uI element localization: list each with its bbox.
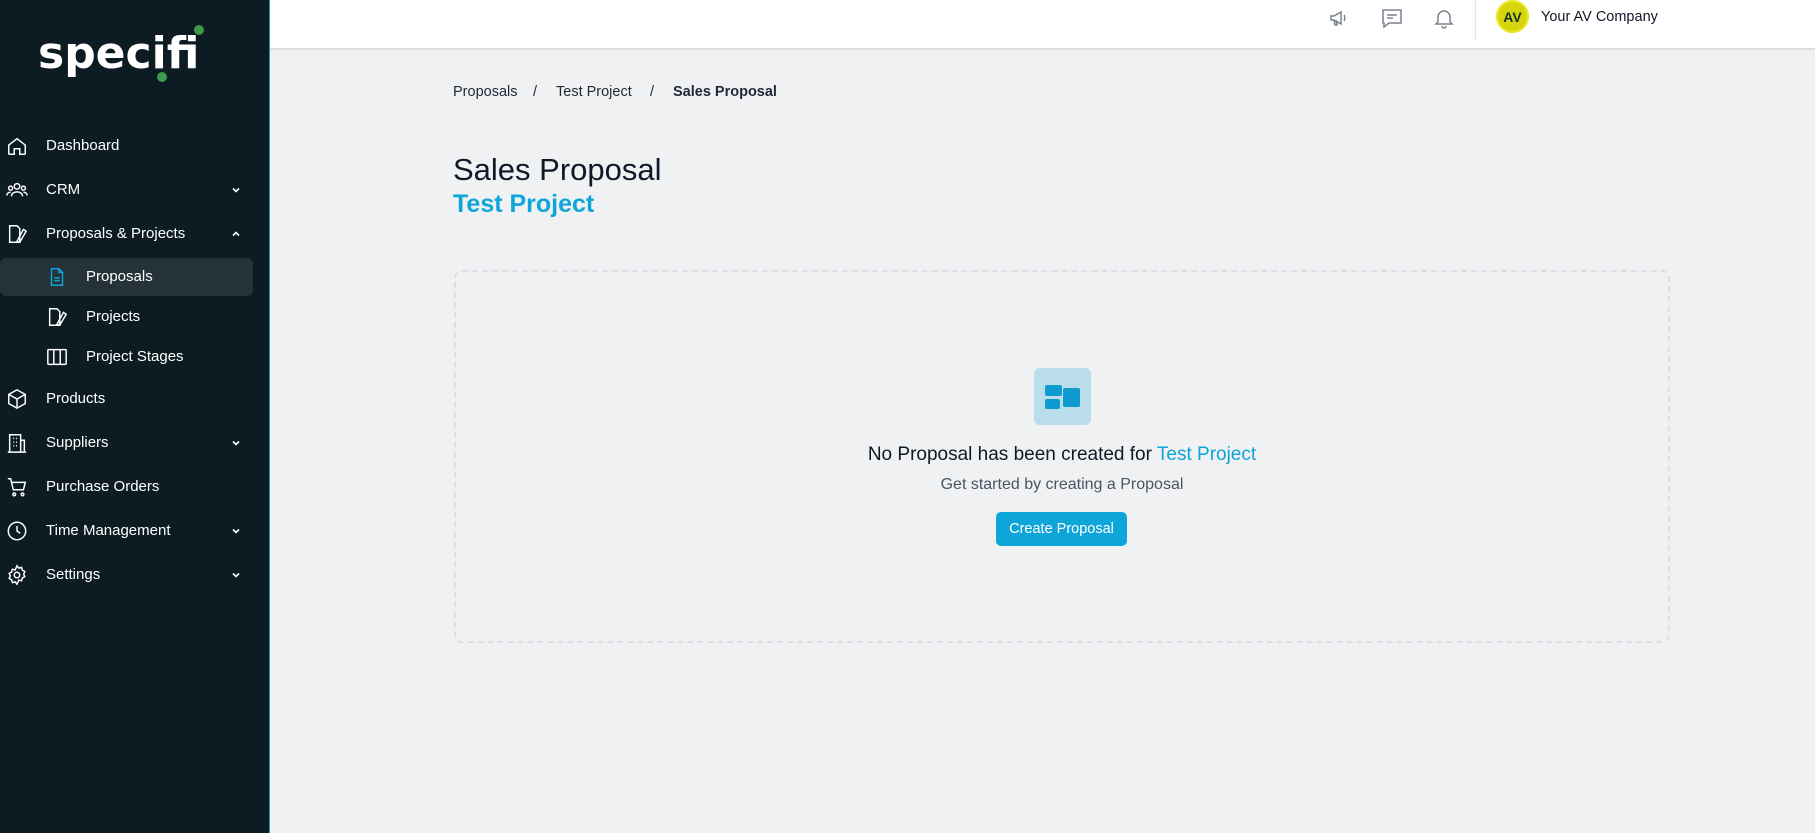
proposal-placeholder-icon (1034, 368, 1091, 425)
home-icon (8, 137, 26, 155)
sidebar-item-label: Suppliers (46, 434, 109, 451)
specifi-logo[interactable]: specifi (38, 24, 208, 84)
cart-icon (7, 478, 27, 497)
breadcrumb-item-test-project[interactable]: Test Project (556, 84, 632, 100)
empty-heading-text: No Proposal has been created for (867, 444, 1152, 465)
columns-icon (47, 348, 67, 366)
create-proposal-button[interactable]: Create Proposal (996, 512, 1127, 546)
building-icon (7, 434, 27, 453)
chevron-down-icon (232, 572, 240, 578)
chevron-up-icon (232, 231, 240, 237)
topbar-divider (1475, 0, 1476, 40)
document-icon (48, 308, 68, 327)
sidebar-item-projects[interactable]: Projects (0, 298, 253, 336)
gear-icon (8, 564, 26, 586)
svg-text:specifi: specifi (38, 28, 199, 79)
sidebar-item-label: Project Stages (86, 348, 184, 365)
chevron-down-icon (232, 187, 240, 193)
sidebar-item-dashboard[interactable]: Dashboard (0, 126, 270, 166)
sidebar-item-crm[interactable]: CRM (0, 170, 270, 210)
sidebar-item-label: CRM (46, 181, 81, 198)
page-title: Sales Proposal (453, 152, 662, 187)
avatar[interactable]: AV (1496, 0, 1529, 33)
sidebar-item-settings[interactable]: Settings (0, 555, 270, 595)
sidebar-item-purchase-orders[interactable]: Purchase Orders (0, 467, 270, 507)
sidebar-item-label: Proposals (86, 268, 153, 285)
chevron-down-icon (232, 440, 240, 446)
bell-icon[interactable] (1432, 6, 1456, 30)
sidebar-item-products[interactable]: Products (0, 379, 270, 419)
empty-state-card: No Proposal has been created for Test Pr… (454, 270, 1670, 643)
sidebar-item-label: Time Management (46, 522, 171, 539)
breadcrumb-item-current: Sales Proposal (673, 84, 777, 100)
company-name[interactable]: Your AV Company (1541, 9, 1658, 25)
sidebar-item-project-stages[interactable]: Project Stages (0, 338, 253, 376)
breadcrumb: Proposals / Test Project / Sales Proposa… (453, 84, 853, 104)
sidebar-item-label: Proposals & Projects (46, 225, 186, 242)
sidebar-item-label: Purchase Orders (46, 478, 160, 495)
megaphone-icon[interactable] (1328, 6, 1352, 30)
clock-icon (7, 521, 27, 541)
users-icon (6, 182, 28, 197)
breadcrumb-item-proposals[interactable]: Proposals (453, 84, 517, 100)
empty-heading-project-link[interactable]: Test Project (1157, 444, 1256, 465)
chevron-down-icon (232, 528, 240, 534)
sidebar-item-suppliers[interactable]: Suppliers (0, 423, 270, 463)
chat-icon[interactable] (1380, 6, 1404, 30)
top-bar: AV Your AV Company (270, 0, 1815, 49)
sidebar-item-label: Projects (86, 308, 141, 325)
sidebar: specifi Dashboard CRM Proposals & Projec… (0, 0, 270, 833)
page-subtitle-project[interactable]: Test Project (453, 190, 594, 219)
box-icon (8, 388, 26, 410)
breadcrumb-separator: / (650, 84, 655, 100)
sidebar-item-label: Dashboard (46, 137, 120, 154)
sidebar-item-label: Settings (46, 566, 101, 583)
empty-state-heading: No Proposal has been created for Test Pr… (456, 444, 1668, 466)
breadcrumb-separator: / (533, 84, 538, 100)
sidebar-item-time-management[interactable]: Time Management (0, 511, 270, 551)
sidebar-item-proposals-projects[interactable]: Proposals & Projects (0, 214, 270, 254)
empty-state-subtext: Get started by creating a Proposal (940, 476, 1184, 493)
file-text-icon (50, 268, 64, 286)
sidebar-item-proposals[interactable]: Proposals (0, 258, 253, 296)
sidebar-item-label: Products (46, 390, 106, 407)
document-icon (8, 225, 28, 244)
